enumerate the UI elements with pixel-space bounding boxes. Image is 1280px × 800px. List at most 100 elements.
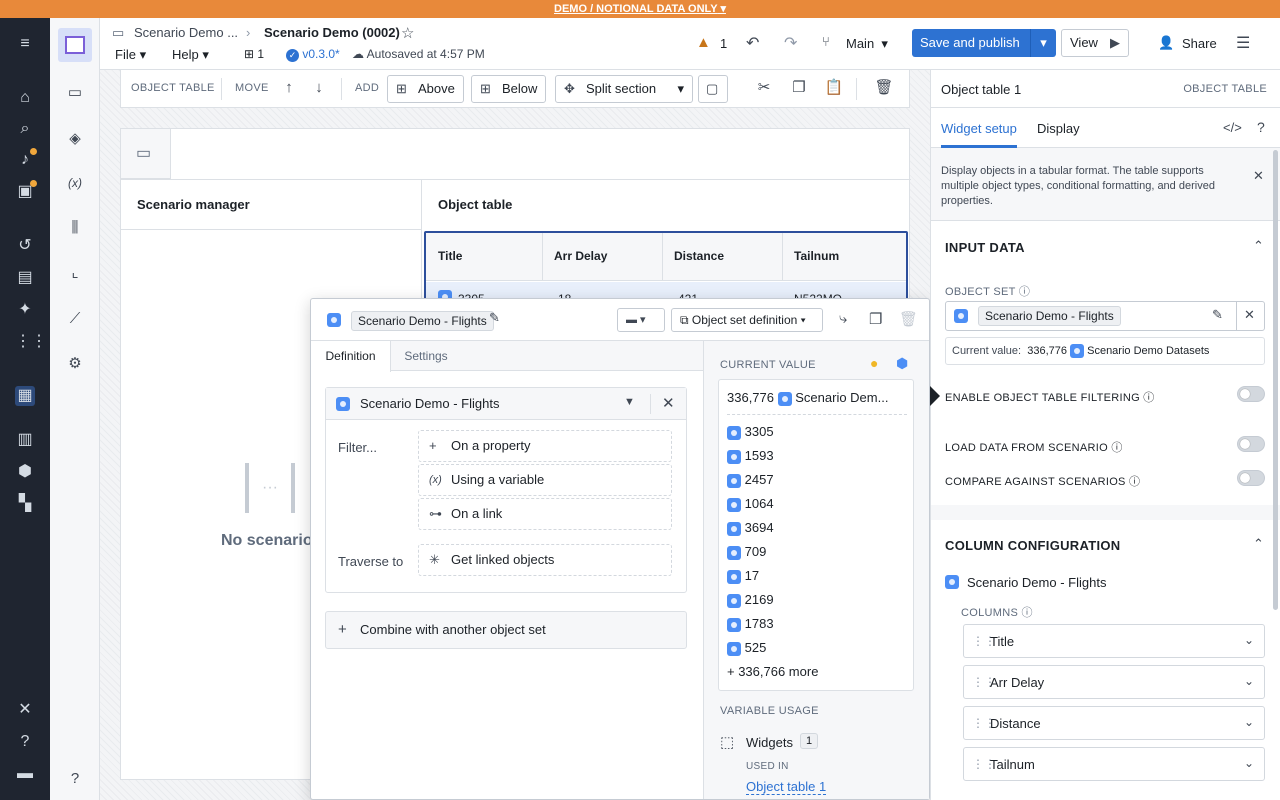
view-button[interactable]: View ▶ (1061, 29, 1129, 57)
cube-icon[interactable]: ⬢ (15, 462, 35, 482)
branch-icon[interactable]: ⑂ (822, 34, 830, 49)
menu-file[interactable]: File ▾ (115, 47, 146, 63)
version-badge[interactable]: ✓ v0.3.0* (286, 47, 340, 62)
definition-type-dropdown[interactable]: ⧉ Object set definition ▾ (671, 308, 823, 332)
help-icon[interactable]: ⓘ (1129, 476, 1140, 488)
folder-icon[interactable]: ▤ (15, 268, 35, 288)
object-set-name-pill[interactable]: Scenario Demo - Flights (351, 311, 494, 331)
filter-on-link-option[interactable]: ⊶ On a link (418, 498, 672, 530)
history-icon[interactable]: ↺ (15, 236, 35, 256)
collapse-description-icon[interactable]: ✕ (1253, 168, 1264, 184)
home-icon[interactable]: ⌂ (15, 88, 35, 108)
column-config-heading[interactable]: COLUMN CONFIGURATION (945, 538, 1120, 553)
object-set-field[interactable]: Scenario Demo - Flights ✎ ✕ (945, 301, 1265, 331)
used-in-link[interactable]: Object table 1 (746, 779, 827, 795)
source-row[interactable]: Scenario Demo - Flights ▼ ✕ (326, 388, 686, 420)
column-row[interactable]: ⋮⋮ Tailnum ⌄ (963, 747, 1265, 781)
edit-pencil-icon[interactable]: ✎ (489, 310, 500, 326)
get-linked-objects-option[interactable]: ✳ Get linked objects (418, 544, 672, 576)
move-up-icon[interactable]: ↑ (279, 78, 299, 98)
save-options-chevron-icon[interactable]: ▾ (1030, 29, 1056, 57)
table-header-cell[interactable]: Arr Delay (554, 249, 607, 263)
input-data-heading[interactable]: INPUT DATA (945, 240, 1025, 255)
account-icon[interactable]: ▬ (15, 764, 35, 784)
chevron-down-icon[interactable]: ⌄ (1244, 756, 1254, 770)
page-title[interactable]: Scenario Demo (0002) (264, 25, 400, 40)
delete-icon[interactable]: 🗑 (899, 310, 918, 328)
tab-display[interactable]: Display (1037, 121, 1080, 136)
chevron-down-icon[interactable]: ⌄ (1244, 633, 1254, 647)
chevron-down-icon[interactable]: ▼ (624, 396, 635, 408)
duplicate-icon[interactable]: ❐ (869, 310, 882, 328)
help-circle-icon[interactable]: ? (64, 768, 86, 790)
object-list-item[interactable]: 1593 (727, 448, 774, 464)
menu-toggle-icon[interactable]: ≡ (15, 34, 35, 54)
help-icon[interactable]: ⓘ (1021, 607, 1032, 619)
issues-count[interactable]: 1 (720, 36, 727, 51)
undo-icon[interactable]: ↶ (746, 33, 759, 53)
filter-on-property-option[interactable]: + On a property (418, 430, 672, 462)
link-icon[interactable]: ⤷ (839, 310, 847, 327)
widget-title[interactable]: Object table 1 (941, 82, 1021, 97)
cut-icon[interactable]: ✂ (754, 78, 774, 98)
notifications-icon[interactable]: ♪ (15, 148, 37, 170)
settings-icon[interactable]: ⚙ (64, 353, 86, 375)
section-header-icon[interactable]: ▭ (121, 129, 171, 179)
brand-logo-icon[interactable]: ✕ (15, 700, 35, 720)
column-row[interactable]: ⋮⋮ Arr Delay ⌄ (963, 665, 1265, 699)
pages-count[interactable]: ⊞ 1 (244, 47, 264, 61)
cube-icon[interactable]: ⬢ (896, 355, 908, 372)
table-header-cell[interactable]: Tailnum (794, 249, 839, 263)
help-icon[interactable]: ? (15, 732, 35, 752)
object-list-item[interactable]: 2169 (727, 592, 774, 608)
split-section-button[interactable]: ✥ Split section ▾ (555, 75, 693, 103)
panel-scrollbar[interactable] (1273, 150, 1278, 610)
grid-icon[interactable]: ⋮⋮ (15, 332, 47, 352)
load-scenario-toggle[interactable] (1237, 436, 1265, 452)
help-icon[interactable]: ⓘ (1019, 286, 1030, 298)
enable-filtering-toggle[interactable] (1237, 386, 1265, 402)
lightbulb-icon[interactable]: ● (870, 355, 878, 371)
gift-icon[interactable]: ▣ (15, 180, 37, 202)
object-list-item[interactable]: 1064 (727, 496, 774, 512)
apps-puzzle-icon[interactable]: ✦ (15, 300, 35, 320)
chevron-down-icon[interactable]: ⌄ (1244, 715, 1254, 729)
edit-pencil-icon[interactable]: ✎ (1212, 307, 1223, 323)
list-menu-icon[interactable]: ☰ (1236, 33, 1250, 53)
align-icon[interactable]: ⫼ (64, 217, 86, 239)
help-icon[interactable]: ⓘ (1143, 392, 1154, 404)
object-list-item[interactable]: 2457 (727, 472, 774, 488)
folder-star-icon[interactable]: ▥ (15, 430, 35, 450)
share-button[interactable]: Share (1182, 36, 1217, 51)
chevron-down-icon[interactable]: ⌄ (1244, 674, 1254, 688)
demo-banner[interactable]: DEMO / NOTIONAL DATA ONLY ▾ (0, 0, 1280, 18)
column-row[interactable]: ⋮⋮ Title ⌄ (963, 624, 1265, 658)
object-list-item[interactable]: 3305 (727, 424, 774, 440)
table-header-cell[interactable]: Title (438, 249, 462, 263)
save-publish-button[interactable]: Save and publish ▾ (912, 29, 1056, 57)
object-list-item[interactable]: 525 (727, 640, 766, 656)
code-icon[interactable]: </> (1223, 120, 1242, 135)
workshop-app-icon[interactable]: ▦ (15, 386, 35, 406)
object-list-item[interactable]: 1783 (727, 616, 774, 632)
star-icon[interactable]: ☆ (401, 24, 414, 42)
warning-icon[interactable]: ▲ (696, 34, 711, 51)
layout-icon[interactable]: ▭ (64, 82, 86, 104)
add-below-button[interactable]: ⊞ Below (471, 75, 547, 103)
redo-icon[interactable]: ↷ (784, 33, 797, 53)
apps-add-icon[interactable]: ▚ (15, 494, 35, 514)
move-down-icon[interactable]: ↓ (309, 78, 329, 98)
tab-definition[interactable]: Definition (311, 341, 391, 372)
column-row[interactable]: ⋮⋮ Distance ⌄ (963, 706, 1265, 740)
branch-selector[interactable]: Main ▾ (846, 36, 888, 52)
clear-icon[interactable]: ✕ (1244, 307, 1255, 323)
help-circle-icon[interactable]: ? (1257, 119, 1265, 135)
variable-type-dropdown[interactable]: ▬ ▾ (617, 308, 665, 332)
object-list-item[interactable]: 709 (727, 544, 766, 560)
filter-using-variable-option[interactable]: (x) Using a variable (418, 464, 672, 496)
close-icon[interactable]: ✕ (662, 394, 675, 412)
paste-icon[interactable]: 📋 (824, 78, 844, 98)
copy-icon[interactable]: ❐ (789, 78, 809, 98)
layers-icon[interactable]: ◈ (64, 128, 86, 150)
analytics-icon[interactable]: ⟋ (64, 308, 86, 330)
